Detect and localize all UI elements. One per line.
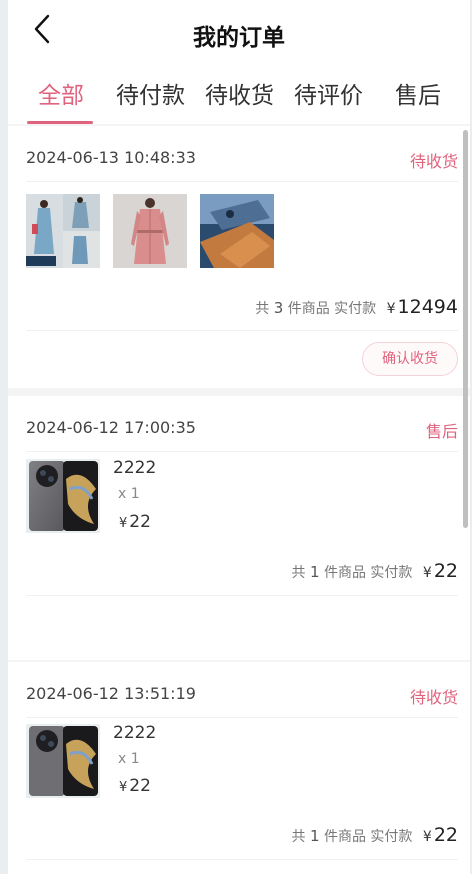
summary-suffix: 件商品 实付款 xyxy=(323,565,413,581)
summary-prefix: 共 xyxy=(291,829,306,845)
order-header: 2024-06-13 10:48:33 待收货 xyxy=(26,126,458,182)
product-image-phone-case[interactable] xyxy=(200,194,274,268)
divider xyxy=(26,859,458,860)
order-total: 22 xyxy=(433,560,458,582)
currency-symbol: ¥ xyxy=(422,829,432,845)
currency-symbol: ¥ xyxy=(386,301,396,317)
product-image-pink-trench-coat[interactable] xyxy=(113,194,187,268)
order-header: 2024-06-12 17:00:35 售后 xyxy=(26,396,458,452)
summary-prefix: 共 xyxy=(291,565,306,581)
tab-pending-receipt[interactable]: 待收货 xyxy=(205,76,274,110)
order-status: 待收货 xyxy=(409,152,458,171)
order-summary: 共 3 件商品 实付款 ¥12494 xyxy=(255,296,458,318)
product-quantity: x 1 xyxy=(118,486,140,502)
product-price-value: 22 xyxy=(129,776,151,796)
order-card[interactable]: 2024-06-12 13:51:19 待收货 2222 x 1 ¥22 共 1… xyxy=(8,662,470,874)
item-count: 1 xyxy=(309,827,320,845)
phone-screen: 我的订单 全部 待付款 待收货 待评价 售后 2024-06-13 10:48:… xyxy=(8,0,470,874)
active-tab-indicator xyxy=(27,121,93,124)
currency-symbol: ¥ xyxy=(119,516,128,531)
summary-suffix: 件商品 实付款 xyxy=(323,829,413,845)
divider xyxy=(26,595,458,596)
product-name: 2222 xyxy=(113,458,157,478)
product-image-phone[interactable] xyxy=(26,459,100,533)
product-image-coat-collage[interactable] xyxy=(26,194,100,268)
summary-suffix: 件商品 实付款 xyxy=(287,301,377,317)
currency-symbol: ¥ xyxy=(119,780,128,795)
confirm-receipt-button[interactable]: 确认收货 xyxy=(362,342,458,376)
item-count: 3 xyxy=(273,299,284,317)
order-summary: 共 1 件商品 实付款 ¥22 xyxy=(292,824,458,846)
tab-pending-payment[interactable]: 待付款 xyxy=(116,76,185,110)
order-card[interactable]: 2024-06-12 17:00:35 售后 2222 x 1 ¥ 22 共 1… xyxy=(8,396,470,660)
order-date: 2024-06-12 17:00:35 xyxy=(26,418,196,437)
divider xyxy=(26,330,458,331)
order-summary: 共 1 件商品 实付款 ¥22 xyxy=(292,560,458,582)
order-header: 2024-06-12 13:51:19 待收货 xyxy=(26,662,458,718)
header: 我的订单 全部 待付款 待收货 待评价 售后 xyxy=(8,0,470,124)
summary-prefix: 共 xyxy=(255,301,270,317)
product-price-value: 22 xyxy=(129,512,151,532)
order-status: 售后 xyxy=(425,422,458,441)
product-image-phone[interactable] xyxy=(26,724,100,798)
page-title: 我的订单 xyxy=(193,25,285,51)
product-name: 2222 xyxy=(113,723,157,743)
scrollbar[interactable] xyxy=(463,130,468,528)
tab-after-sales[interactable]: 售后 xyxy=(395,76,441,110)
currency-symbol: ¥ xyxy=(422,565,432,581)
product-price: ¥22 xyxy=(119,776,151,796)
order-total: 22 xyxy=(433,824,458,846)
order-card[interactable]: 2024-06-13 10:48:33 待收货 共 3 件商品 实付款 ¥ 12… xyxy=(8,126,470,388)
order-total: 12494 xyxy=(397,296,458,318)
item-count: 1 xyxy=(309,563,320,581)
order-status: 待收货 xyxy=(409,688,458,707)
tab-pending-review[interactable]: 待评价 xyxy=(294,76,363,110)
order-tabs: 全部 待付款 待收货 待评价 售后 xyxy=(8,76,470,124)
tab-all[interactable]: 全部 xyxy=(38,76,84,110)
product-price: ¥22 xyxy=(119,512,151,532)
product-quantity: x 1 xyxy=(118,751,140,767)
order-date: 2024-06-13 10:48:33 xyxy=(26,148,196,167)
order-date: 2024-06-12 13:51:19 xyxy=(26,684,196,703)
